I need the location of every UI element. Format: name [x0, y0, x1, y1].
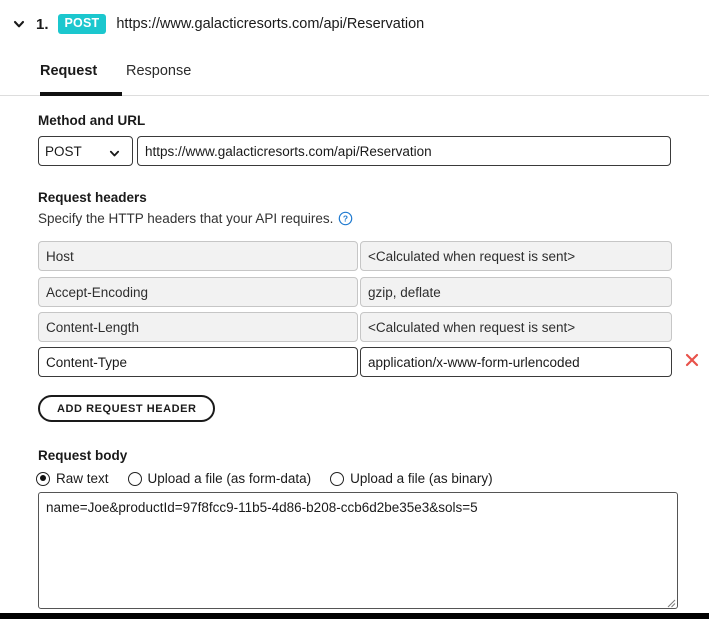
close-x-icon — [684, 352, 700, 371]
table-row — [0, 277, 709, 307]
delete-header-button[interactable] — [681, 350, 703, 372]
tab-request-label: Request — [40, 63, 98, 79]
radio-indicator — [36, 471, 50, 486]
table-row — [0, 241, 709, 271]
svg-text:?: ? — [343, 214, 348, 224]
request-body-type-group: Raw text Upload a file (as form-data) Up… — [36, 471, 512, 486]
tab-response[interactable]: Response — [126, 55, 191, 96]
radio-option-raw-text[interactable]: Raw text — [36, 471, 109, 486]
radio-indicator — [127, 471, 142, 486]
request-headers-label: Request headers — [38, 190, 147, 205]
radio-option-upload-binary[interactable]: Upload a file (as binary) — [330, 471, 493, 486]
request-body-label: Request body — [38, 448, 128, 463]
radio-label: Upload a file (as form-data) — [147, 471, 312, 486]
active-tab-indicator — [40, 92, 122, 96]
request-headers-description-text: Specify the HTTP headers that your API r… — [38, 211, 334, 226]
radio-option-upload-form-data[interactable]: Upload a file (as form-data) — [127, 471, 312, 486]
radio-label: Upload a file (as binary) — [350, 471, 493, 486]
header-value-input[interactable] — [360, 312, 672, 342]
table-row — [0, 347, 709, 377]
request-headers-description: Specify the HTTP headers that your API r… — [38, 211, 353, 226]
header-value-input[interactable] — [360, 277, 672, 307]
header-name-input[interactable] — [38, 277, 358, 307]
request-index: 1. — [36, 15, 49, 33]
tab-request[interactable]: Request — [40, 55, 97, 96]
chevron-down-icon — [12, 17, 26, 31]
header-value-input[interactable] — [360, 241, 672, 271]
radio-indicator — [330, 471, 345, 486]
request-line-header: 1. POST https://www.galacticresorts.com/… — [0, 0, 709, 48]
header-value-input[interactable] — [360, 347, 672, 377]
method-badge: POST — [57, 14, 107, 34]
bottom-bar — [0, 613, 709, 619]
header-name-input[interactable] — [38, 347, 358, 377]
radio-label: Raw text — [56, 471, 109, 486]
tab-response-label: Response — [126, 63, 192, 79]
add-request-header-button[interactable]: ADD REQUEST HEADER — [38, 395, 216, 422]
tab-bar: Request Response — [0, 55, 709, 96]
header-name-input[interactable] — [38, 312, 358, 342]
http-method-select[interactable]: POST — [38, 136, 133, 166]
table-row — [0, 312, 709, 342]
request-url-text: https://www.galacticresorts.com/api/Rese… — [116, 16, 425, 32]
method-and-url-label: Method and URL — [38, 113, 146, 128]
request-body-textarea[interactable]: name=Joe&productId=97f8fcc9-11b5-4d86-b2… — [38, 492, 678, 609]
request-url-input[interactable] — [137, 136, 671, 166]
help-circle-icon[interactable]: ? — [338, 211, 353, 226]
collapse-request-button[interactable] — [8, 13, 30, 35]
header-name-input[interactable] — [38, 241, 358, 271]
